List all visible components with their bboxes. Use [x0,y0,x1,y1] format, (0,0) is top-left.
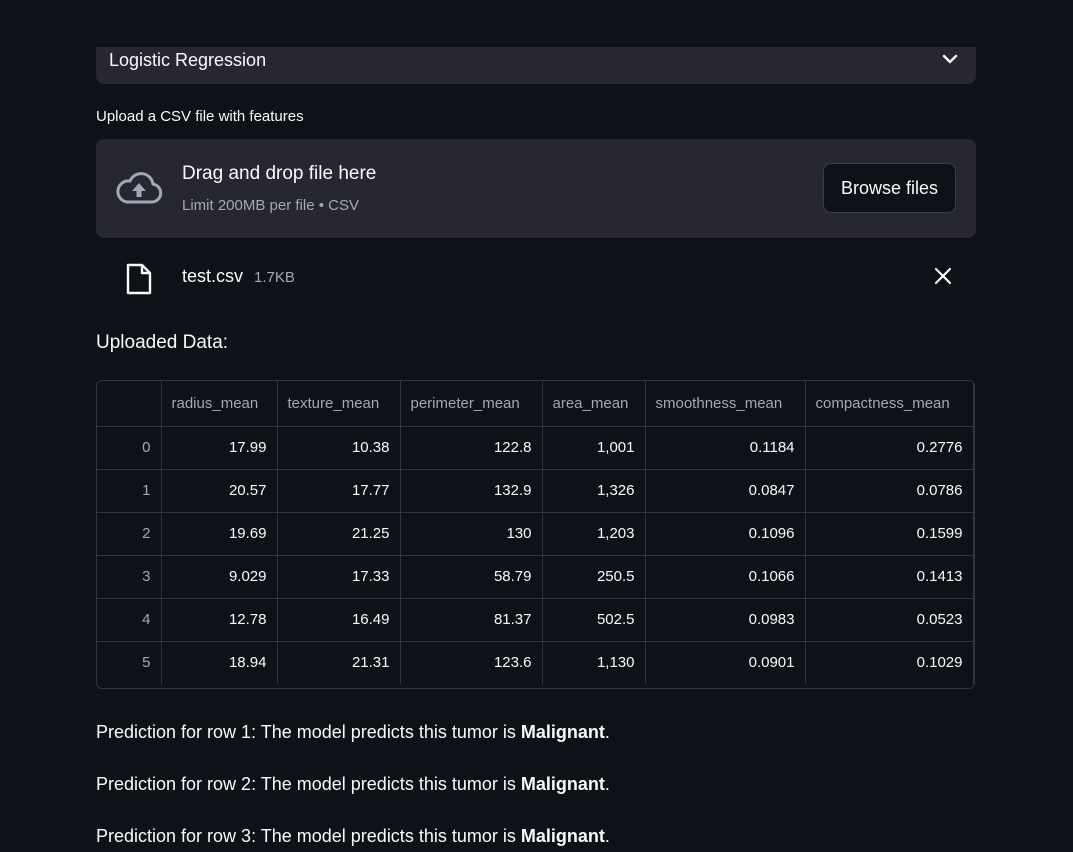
table-cell[interactable]: 1,001 [542,426,646,470]
row-index: 2 [97,512,162,556]
table-cell[interactable]: 58.79 [400,555,543,599]
row-index: 5 [97,641,162,684]
uploaded-file-item: test.csv 1.7KB [96,255,976,299]
column-header[interactable]: radius_mean [161,381,278,427]
table-cell[interactable]: 502.5 [542,598,646,642]
prediction-suffix: . [604,774,610,794]
cloud-upload-icon [116,172,163,204]
table-cell[interactable]: 122.8 [400,426,543,470]
upload-label: Upload a CSV file with features [96,108,304,125]
table-cell[interactable]: 0.1184 [645,426,806,470]
table-header-row: radius_mean texture_mean perimeter_mean … [97,381,974,427]
prediction-result: Malignant [520,826,605,846]
table-cell[interactable]: 0.1599 [805,512,974,556]
data-table[interactable]: radius_mean texture_mean perimeter_mean … [96,380,975,689]
table-cell[interactable]: 1,130 [542,641,646,684]
column-header[interactable]: compactness_mean [805,381,974,427]
column-header[interactable]: smoothness_mean [645,381,806,427]
table-row: 1 20.57 17.77 132.9 1,326 0.0847 0.0786 [97,469,974,513]
table-cell[interactable]: 1,326 [542,469,646,513]
table-cell[interactable]: 250.5 [542,555,646,599]
index-header [97,381,162,427]
table-cell[interactable]: 0.0901 [645,641,806,684]
table-cell[interactable]: 20.57 [161,469,278,513]
table-cell[interactable]: 132.9 [400,469,543,513]
table-cell[interactable]: 0.1413 [805,555,974,599]
table-cell[interactable]: 9.029 [161,555,278,599]
row-index: 1 [97,469,162,513]
file-icon [126,263,152,295]
table-cell[interactable]: 17.33 [277,555,401,599]
chevron-down-icon [942,54,958,64]
table-cell[interactable]: 0.0786 [805,469,974,513]
table-cell[interactable]: 17.99 [161,426,278,470]
prediction-suffix: . [604,826,610,846]
prediction-suffix: . [604,722,610,742]
table-cell[interactable]: 12.78 [161,598,278,642]
table-cell[interactable]: 10.38 [277,426,401,470]
column-header[interactable]: perimeter_mean [400,381,543,427]
table-row: 2 19.69 21.25 130 1,203 0.1096 0.1599 [97,512,974,556]
file-dropzone[interactable]: Drag and drop file here Limit 200MB per … [96,139,976,238]
table-cell[interactable]: 18.94 [161,641,278,684]
dropzone-subtitle: Limit 200MB per file • CSV [182,197,359,214]
browse-files-button[interactable]: Browse files [823,163,956,213]
file-name: test.csv [182,266,244,286]
table-cell[interactable]: 21.31 [277,641,401,684]
table-cell[interactable]: 0.0983 [645,598,806,642]
prediction-result: Malignant [520,774,605,794]
model-select-value: Logistic Regression [109,50,267,70]
file-size: 1.7KB [254,269,295,286]
close-icon[interactable] [934,267,952,285]
prediction-text: Prediction for row 2: The model predicts… [96,774,610,795]
prediction-prefix: Prediction for row 3: The model predicts… [96,826,521,846]
table-cell[interactable]: 81.37 [400,598,543,642]
table-cell[interactable]: 0.2776 [805,426,974,470]
model-select[interactable]: Logistic Regression [96,47,976,84]
table-cell[interactable]: 0.1096 [645,512,806,556]
table-row: 4 12.78 16.49 81.37 502.5 0.0983 0.0523 [97,598,974,642]
table-row: 5 18.94 21.31 123.6 1,130 0.0901 0.1029 [97,641,974,684]
table-cell[interactable]: 19.69 [161,512,278,556]
table-cell[interactable]: 21.25 [277,512,401,556]
dropzone-title: Drag and drop file here [182,163,377,184]
table-cell[interactable]: 0.1066 [645,555,806,599]
table-cell[interactable]: 16.49 [277,598,401,642]
prediction-result: Malignant [520,722,605,742]
table-cell[interactable]: 17.77 [277,469,401,513]
column-header[interactable]: texture_mean [277,381,401,427]
table-cell[interactable]: 0.1029 [805,641,974,684]
prediction-text: Prediction for row 3: The model predicts… [96,826,610,847]
prediction-text: Prediction for row 1: The model predicts… [96,722,610,743]
table-cell[interactable]: 123.6 [400,641,543,684]
prediction-prefix: Prediction for row 2: The model predicts… [96,774,521,794]
table-cell[interactable]: 0.0523 [805,598,974,642]
row-index: 4 [97,598,162,642]
app-page: Logistic Regression Upload a CSV file wi… [0,0,1073,852]
column-header[interactable]: area_mean [542,381,646,427]
row-index: 0 [97,426,162,470]
table-cell[interactable]: 130 [400,512,543,556]
table-row: 3 9.029 17.33 58.79 250.5 0.1066 0.1413 [97,555,974,599]
row-index: 3 [97,555,162,599]
table-row: 0 17.99 10.38 122.8 1,001 0.1184 0.2776 [97,426,974,470]
table-cell[interactable]: 0.0847 [645,469,806,513]
prediction-prefix: Prediction for row 1: The model predicts… [96,722,521,742]
table-cell[interactable]: 1,203 [542,512,646,556]
uploaded-data-title: Uploaded Data: [96,332,229,353]
